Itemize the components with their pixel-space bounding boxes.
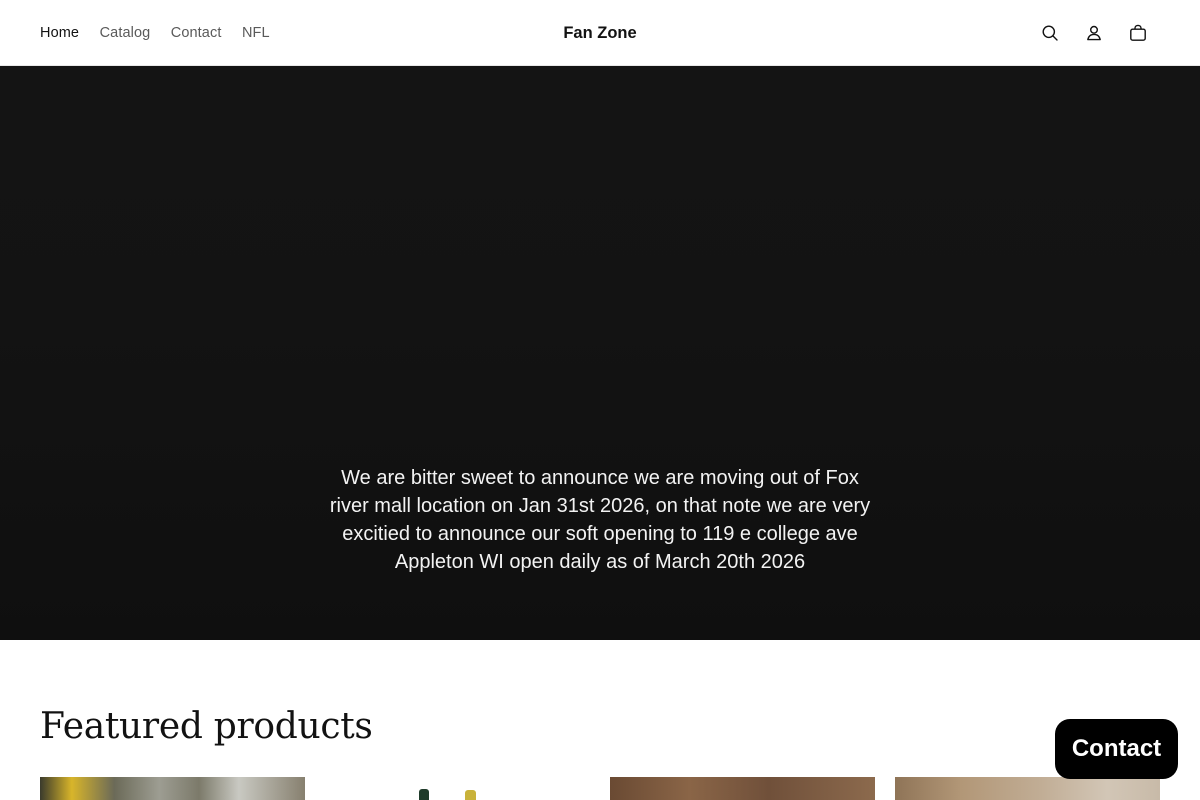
- product-card-image[interactable]: [325, 777, 590, 800]
- search-button[interactable]: [1028, 11, 1072, 55]
- search-icon: [1042, 25, 1058, 41]
- cart-button[interactable]: [1116, 11, 1160, 55]
- nav-catalog-link[interactable]: Catalog: [100, 25, 151, 41]
- account-icon: [1087, 25, 1101, 41]
- featured-products-heading: Featured products: [40, 706, 373, 747]
- contact-chat-button[interactable]: Contact: [1055, 719, 1178, 779]
- main-nav: Home Catalog Contact NFL: [40, 0, 290, 66]
- product-card-image[interactable]: [40, 777, 305, 800]
- nav-home-link[interactable]: Home: [40, 25, 79, 41]
- site-header: Home Catalog Contact NFL Fan Zone: [0, 0, 1200, 66]
- product-card-image[interactable]: [610, 777, 875, 800]
- product-image-detail: [419, 789, 429, 800]
- nav-nfl-link[interactable]: NFL: [242, 25, 270, 41]
- product-card-image[interactable]: [895, 777, 1160, 800]
- product-grid: [40, 777, 1160, 800]
- brand-logo-text[interactable]: Fan Zone: [563, 24, 636, 43]
- cart-icon: [1130, 24, 1146, 41]
- product-image-detail: [465, 790, 476, 800]
- account-button[interactable]: [1072, 11, 1116, 55]
- hero-banner: We are bitter sweet to announce we are m…: [0, 66, 1200, 640]
- hero-announcement: We are bitter sweet to announce we are m…: [329, 467, 871, 573]
- nav-contact-link[interactable]: Contact: [171, 25, 222, 41]
- header-icons: [1028, 0, 1160, 66]
